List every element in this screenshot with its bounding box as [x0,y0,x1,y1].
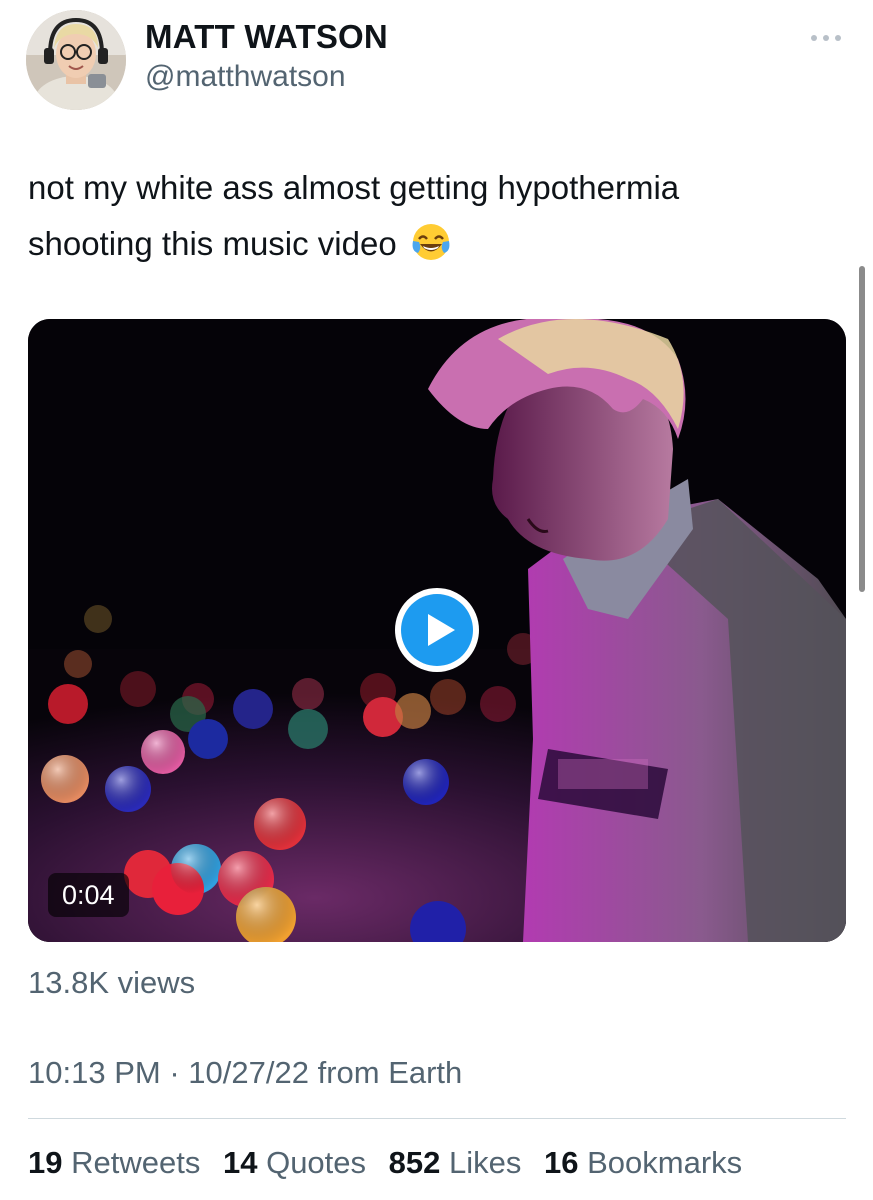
view-count: 13.8K views [28,965,196,1000]
meta-separator: · [169,1055,180,1090]
tweet-date[interactable]: 10/27/22 [188,1055,309,1090]
retweets-label: Retweets [71,1145,201,1180]
engagement-stats: 19 Retweets 14 Quotes 852 Likes 16 Bookm… [28,1145,756,1181]
video-player[interactable]: 0:04 [28,319,846,942]
video-duration-badge: 0:04 [48,873,129,917]
tweet-time[interactable]: 10:13 PM [28,1055,161,1090]
quotes-count: 14 [222,1145,258,1180]
tweet-text: not my white ass almost getting hypother… [28,160,828,272]
quotes-label: Quotes [266,1145,367,1180]
author-handle[interactable]: @matthwatson [145,60,346,94]
retweets-stat[interactable]: 19 Retweets [28,1145,200,1181]
quotes-stat[interactable]: 14 Quotes [223,1145,366,1181]
tweet-text-line-2-text: shooting this music video [28,225,397,262]
bookmarks-stat[interactable]: 16 Bookmarks [544,1145,742,1181]
stats-divider [28,1118,846,1119]
tweet-text-line-1: not my white ass almost getting hypother… [28,169,680,206]
play-icon[interactable] [393,586,481,674]
bookmarks-label: Bookmarks [587,1145,743,1180]
author-name[interactable]: MATT WATSON [145,18,388,56]
tweet-meta: 10:13 PM · 10/27/22 from Earth [28,1055,462,1091]
likes-label: Likes [449,1145,522,1180]
likes-count: 852 [388,1145,441,1180]
likes-stat[interactable]: 852 Likes [389,1145,522,1181]
tweet-text-line-2: shooting this music video [28,216,828,272]
bookmarks-count: 16 [544,1145,579,1180]
tweet-source: from Earth [317,1055,463,1090]
author-avatar[interactable] [26,10,126,110]
more-horizontal-icon[interactable] [806,26,846,50]
face-with-tears-of-joy-emoji [412,224,450,260]
retweets-count: 19 [28,1145,63,1180]
page-scrollbar[interactable] [859,266,865,592]
